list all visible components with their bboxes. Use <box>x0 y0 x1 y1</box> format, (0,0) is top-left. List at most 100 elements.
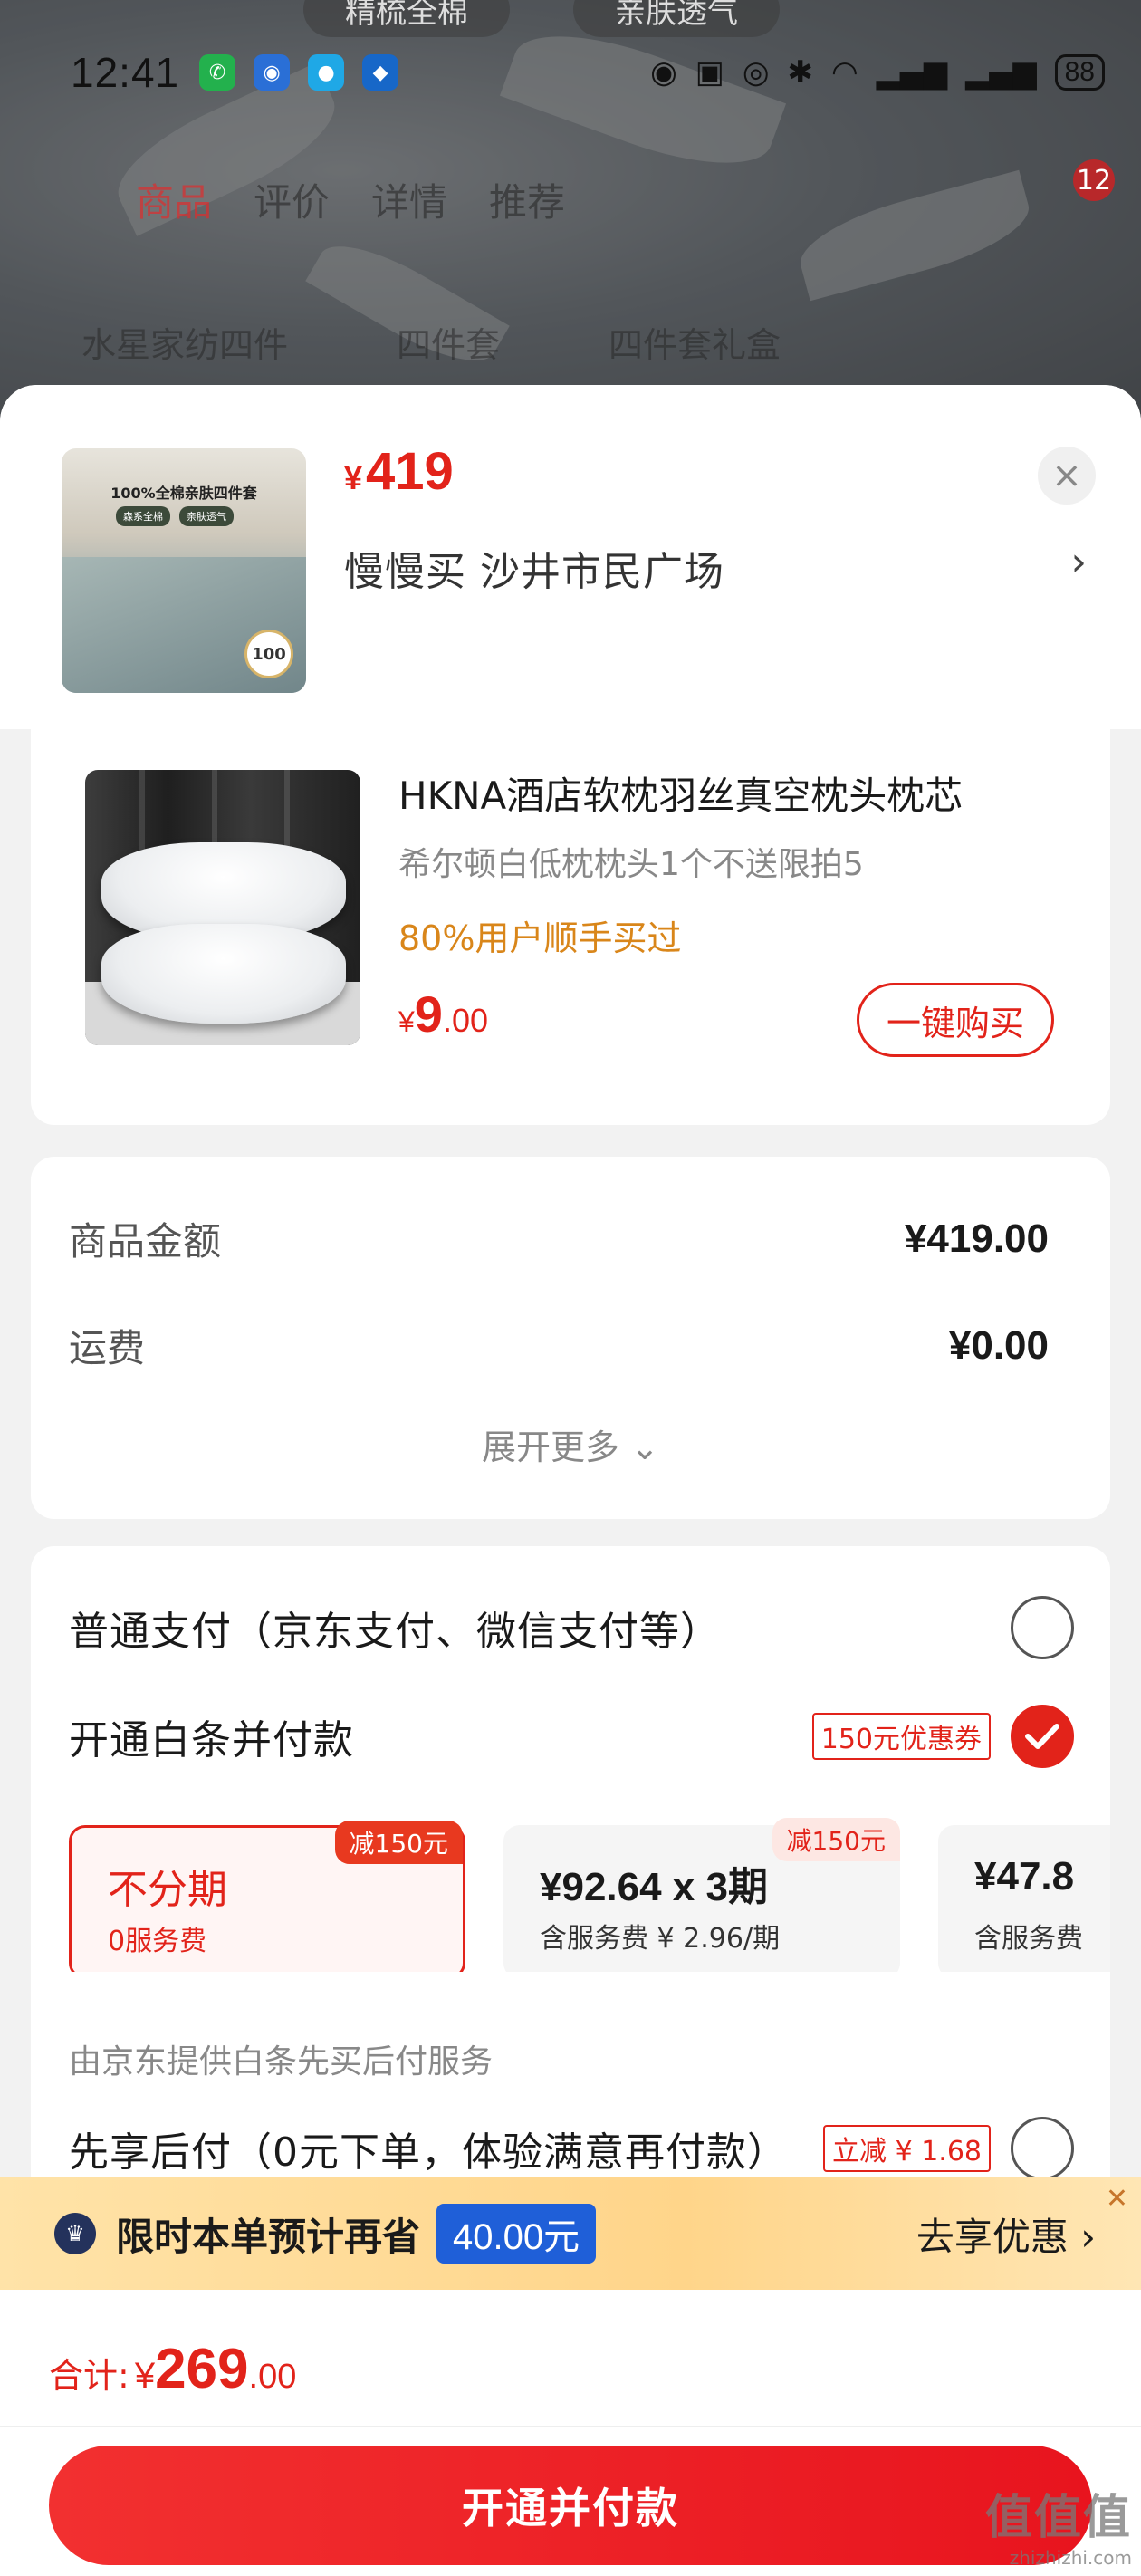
total-decimal: .00 <box>248 2358 297 2396</box>
price-value: 419 <box>366 442 454 501</box>
normal-payment-radio[interactable] <box>1011 1596 1074 1659</box>
plan-title: ¥92.64 x 3期 <box>540 1865 768 1909</box>
plan-more-installments[interactable]: ¥47.8 含服务费 <box>938 1825 1110 1972</box>
amount-summary-card: 商品金额 ¥419.00 运费 ¥0.00 展开更多 ⌄ <box>31 1157 1110 1519</box>
plan-no-installment[interactable]: 减150元 不分期 0服务费 <box>69 1821 465 1972</box>
signal-icon: ▂▄▆ <box>965 54 1037 91</box>
expand-more-button[interactable]: 展开更多 ⌄ <box>31 1419 1110 1469</box>
background-feature-tabs: 精梳全棉 亲肤透气 <box>303 0 780 37</box>
background-search-hints: 水星家纺四件 四件套 四件套礼盒 <box>82 317 781 367</box>
wechat-icon: ✆ <box>199 54 236 91</box>
currency-symbol: ¥ <box>134 2356 156 2396</box>
baitiao-payment-label: 开通白条并付款 <box>69 1717 354 1764</box>
shipping-value: ¥0.00 <box>948 1322 1049 1368</box>
nfc-icon: ▣ <box>695 54 724 91</box>
checkout-footer: 合计: ¥269.00 开通并付款 值值值 zhizhizhi.com <box>0 2290 1141 2576</box>
recommended-product-hint: 80%用户顺手买过 <box>398 918 682 958</box>
thumbnail-caption: 100%全棉亲肤四件套 <box>110 485 257 502</box>
feature-tab: 精梳全棉 <box>303 0 510 37</box>
thumbnail-tag: 亲肤透气 <box>179 506 234 526</box>
goods-amount-value: ¥419.00 <box>904 1216 1049 1261</box>
site-watermark: 值值值 zhizhizhi.com <box>985 2479 1132 2569</box>
shipping-row: 运费 ¥0.00 <box>69 1318 1049 1373</box>
promo-save-amount: 40.00元 <box>436 2204 597 2264</box>
recommended-product-card: HKNA酒店软枕羽丝真空枕头枕芯 希尔顿白低枕枕头1个不送限拍5 80%用户顺手… <box>31 729 1110 1125</box>
recommended-product-spec: 希尔顿白低枕枕头1个不送限拍5 <box>398 846 864 883</box>
discount-badge: 减150元 <box>334 1821 463 1864</box>
normal-payment-option[interactable]: 普通支付（京东支付、微信支付等） <box>69 1596 1074 1659</box>
search-hint: 水星家纺四件 <box>82 325 289 365</box>
bluetooth-icon: ✱ <box>787 54 814 91</box>
pay-later-option[interactable]: 先享后付（0元下单，体验满意再付款） 立减 ¥ 1.68 <box>69 2117 1074 2180</box>
tab-reviews: 评价 <box>254 180 331 225</box>
feature-tab: 亲肤透气 <box>573 0 780 37</box>
price-integer: 9 <box>414 985 443 1043</box>
delivery-address[interactable]: 慢慢买 沙井市民广场 <box>344 539 724 597</box>
order-total: 合计: ¥269.00 <box>49 2337 296 2401</box>
watermark-url: zhizhizhi.com <box>1009 2547 1132 2569</box>
mute-icon: ◎ <box>742 54 770 91</box>
promo-action-label: 去享优惠 <box>916 2214 1069 2259</box>
bank-app-icon: ◆ <box>362 54 399 91</box>
background-nav-tabs: 商品 评价 详情 推荐 <box>136 172 565 227</box>
battery-icon: 88 <box>1054 54 1105 91</box>
plan-fee: 含服务费 ¥ 2.96/期 <box>540 1923 781 1955</box>
chevron-down-icon: ⌄ <box>630 1427 659 1467</box>
one-click-buy-button[interactable]: 一键购买 <box>857 983 1054 1057</box>
recommended-product-price: ¥9.00 <box>398 985 488 1043</box>
baitiao-payment-option[interactable]: 开通白条并付款 150元优惠券 <box>69 1705 1074 1768</box>
plan-3-installments[interactable]: 减150元 ¥92.64 x 3期 含服务费 ¥ 2.96/期 <box>503 1818 900 1972</box>
baitiao-payment-radio[interactable] <box>1011 1705 1074 1768</box>
discount-tag: 立减 ¥ 1.68 <box>823 2125 991 2172</box>
provider-note: 由京东提供白条先买后付服务 <box>69 2043 494 2081</box>
activate-and-pay-button[interactable]: 开通并付款 <box>49 2446 1092 2565</box>
total-integer: 269 <box>155 2338 249 2400</box>
pay-later-label: 先享后付（0元下单，体验满意再付款） <box>69 2129 788 2176</box>
status-time: 12:41 <box>71 49 180 96</box>
close-icon[interactable]: ✕ <box>1106 2183 1128 2215</box>
signal-icon: ▂▄▆ <box>876 54 948 91</box>
plan-title: ¥47.8 <box>974 1854 1075 1898</box>
plan-title: 不分期 <box>108 1867 227 1913</box>
close-button[interactable]: × <box>1038 447 1096 505</box>
app-icon: ◉ <box>254 54 291 91</box>
tab-recommend: 推荐 <box>489 180 566 225</box>
installment-plans: 减150元 不分期 0服务费 减150元 ¥92.64 x 3期 含服务费 ¥ … <box>69 1818 1110 1972</box>
pillow-product-image <box>85 770 360 1045</box>
product-thumbnail: 100%全棉亲肤四件套 森系全棉 亲肤透气 100 <box>62 448 306 693</box>
promo-text: 限时本单预计再省 <box>116 2214 421 2259</box>
tab-details: 详情 <box>371 180 448 225</box>
pay-later-radio[interactable] <box>1011 2117 1074 2180</box>
coupon-tag: 150元优惠券 <box>811 1713 991 1760</box>
currency-symbol: ¥ <box>398 1005 415 1038</box>
eye-icon: ◉ <box>650 54 677 91</box>
message-app-icon: ● <box>308 54 345 91</box>
chevron-right-icon: › <box>1080 2214 1096 2259</box>
expand-more-label: 展开更多 <box>482 1427 620 1467</box>
product-price: ¥419 <box>344 441 454 502</box>
divider <box>0 2426 1141 2427</box>
goods-amount-label: 商品金额 <box>69 1219 222 1264</box>
search-hint: 四件套礼盒 <box>609 325 781 365</box>
thumbnail-seal: 100 <box>244 630 293 678</box>
thumbnail-tag: 森系全棉 <box>116 506 170 526</box>
currency-symbol: ¥ <box>344 459 363 496</box>
normal-payment-label: 普通支付（京东支付、微信支付等） <box>69 1609 721 1655</box>
status-bar: 12:41 ✆ ◉ ● ◆ ◉ ▣ ◎ ✱ ◠ ▂▄▆ ▂▄▆ 88 <box>71 45 1105 100</box>
price-decimal: .00 <box>442 1002 488 1039</box>
search-hint: 四件套 <box>397 325 501 365</box>
plan-fee: 0服务费 <box>108 1926 207 1957</box>
chevron-right-icon[interactable]: › <box>1070 539 1087 585</box>
watermark-brand: 值值值 <box>984 2491 1132 2545</box>
background-product-page: 精梳全棉 亲肤透气 12:41 ✆ ◉ ● ◆ ◉ ▣ ◎ ✱ ◠ ▂▄▆ ▂▄… <box>0 0 1141 426</box>
promo-action[interactable]: 去享优惠 › <box>916 2206 1096 2262</box>
total-label: 合计: <box>49 2356 129 2396</box>
shipping-label: 运费 <box>69 1326 146 1370</box>
recommended-product-name[interactable]: HKNA酒店软枕羽丝真空枕头枕芯 <box>398 765 1060 821</box>
promo-banner[interactable]: ♛ 限时本单预计再省 40.00元 去享优惠 › ✕ <box>0 2177 1141 2290</box>
close-icon: × <box>1051 455 1082 496</box>
tab-goods: 商品 <box>136 180 213 225</box>
sheet-header: 100%全棉亲肤四件套 森系全棉 亲肤透气 100 ¥419 慢慢买 沙井市民广… <box>0 385 1141 729</box>
discount-badge: 减150元 <box>772 1818 900 1861</box>
goods-amount-row: 商品金额 ¥419.00 <box>69 1211 1049 1266</box>
